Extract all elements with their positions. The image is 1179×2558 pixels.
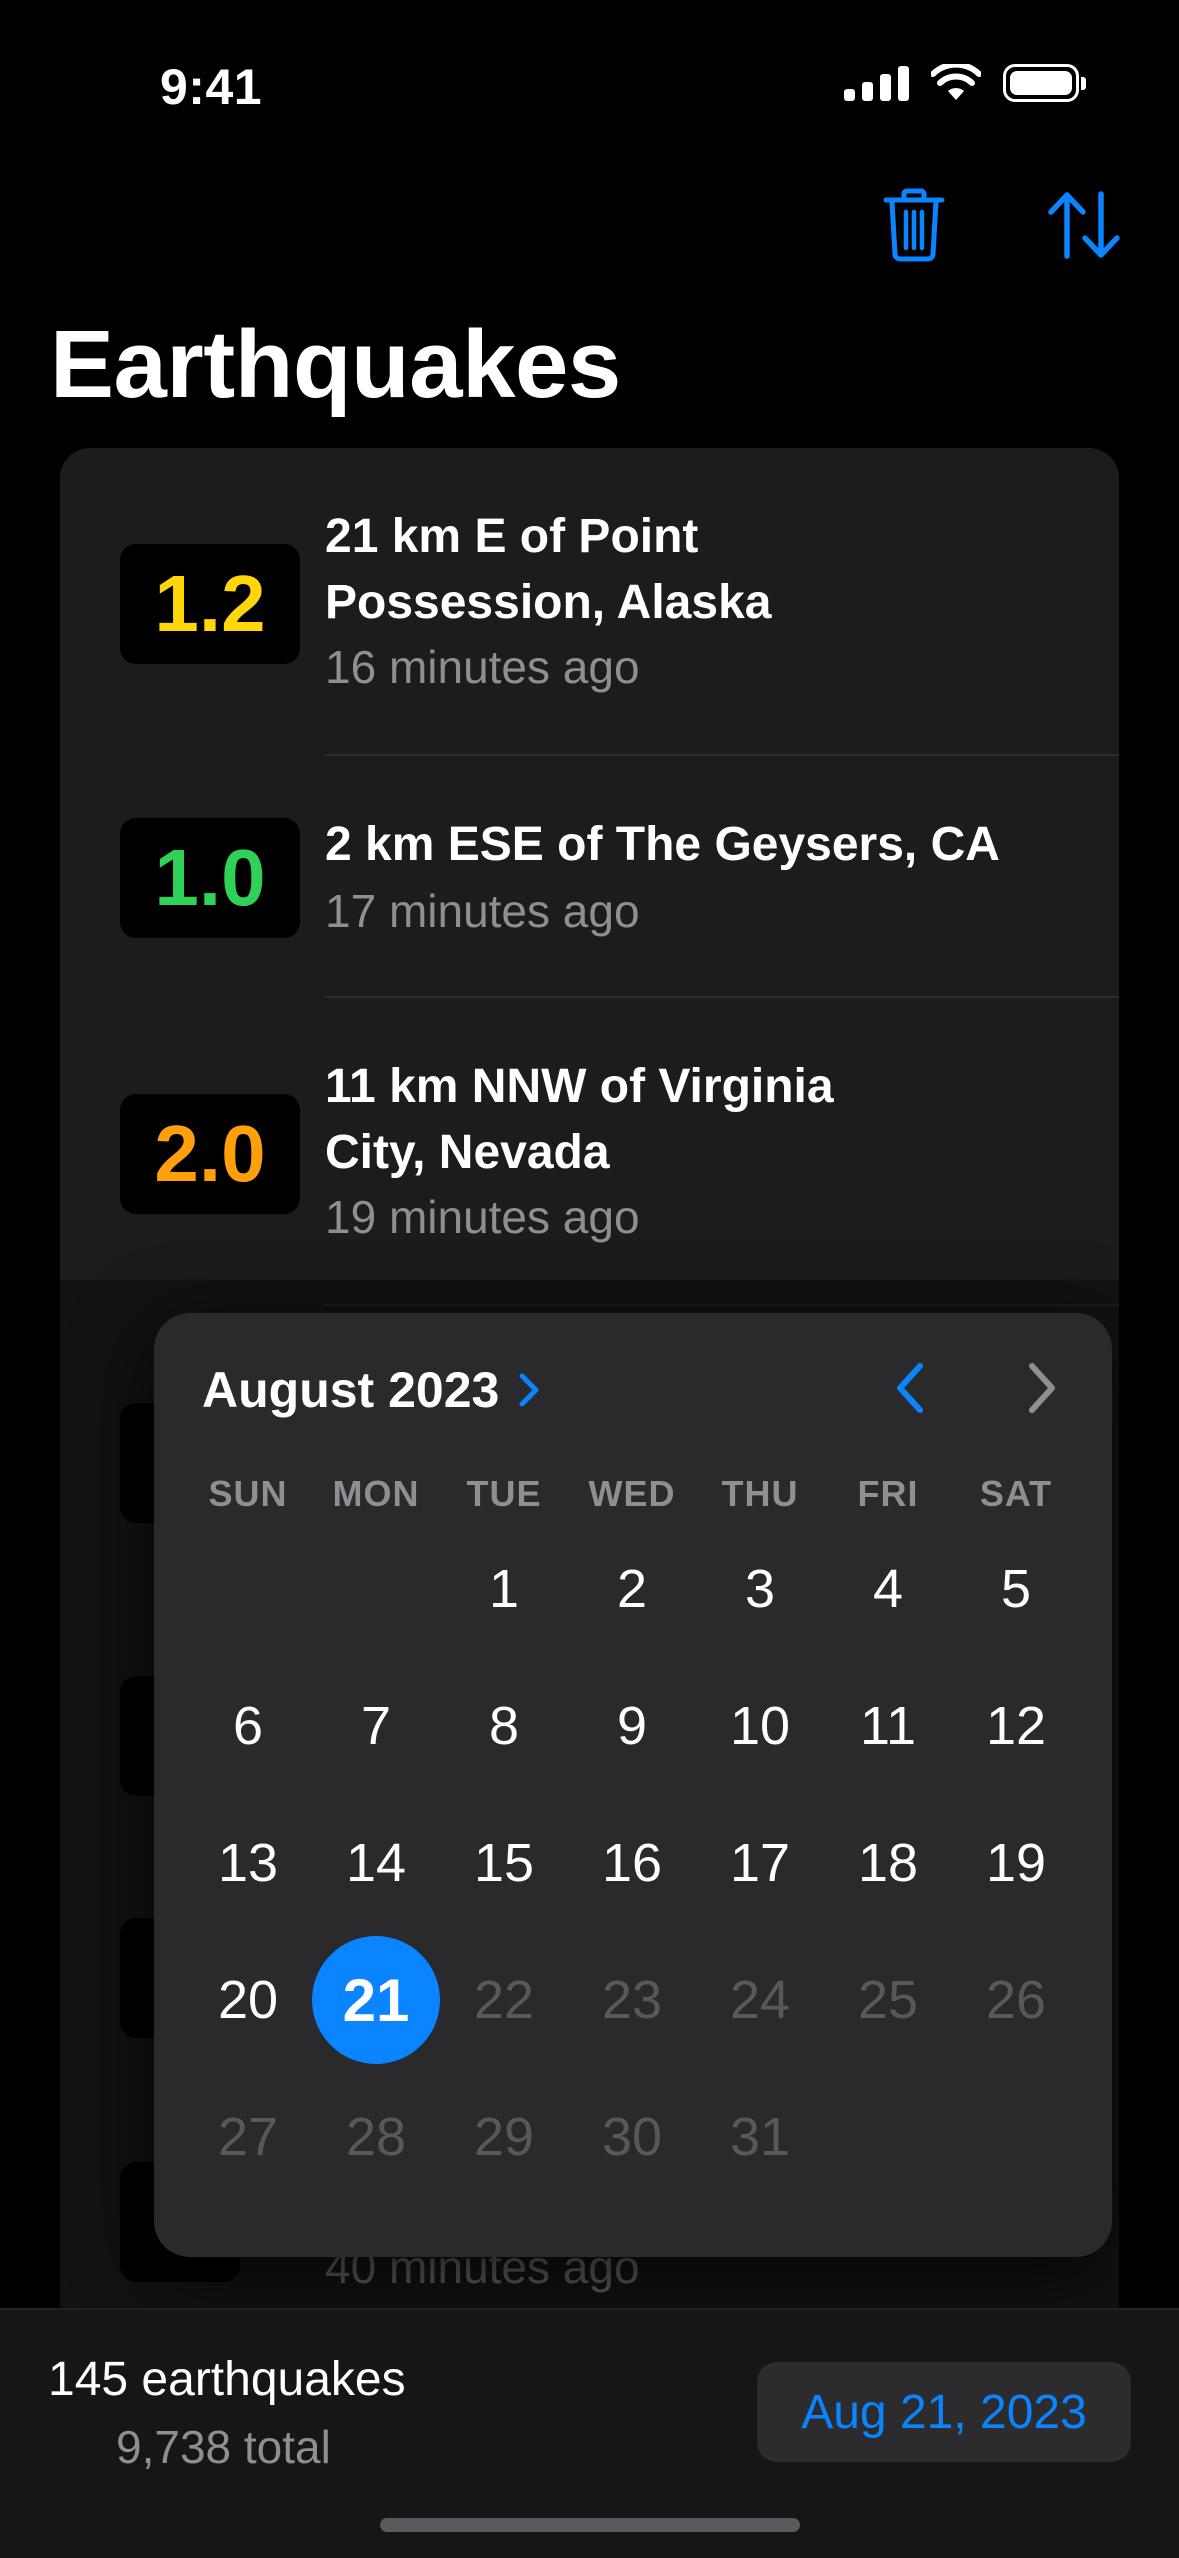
list-item[interactable]: 1.2 21 km E of Point Possession, Alaska …	[60, 448, 1119, 756]
calendar-day[interactable]: 19	[952, 1799, 1080, 1927]
calendar-day-selected[interactable]: 21	[312, 1936, 440, 2064]
calendar-day[interactable]: 10	[696, 1662, 824, 1790]
calendar-day[interactable]: 18	[824, 1799, 952, 1927]
page-title: Earthquakes	[50, 311, 621, 418]
calendar-day[interactable]: 12	[952, 1662, 1080, 1790]
calendar-day-disabled: 24	[729, 1970, 791, 2030]
calendar-day[interactable]: 20	[184, 1936, 312, 2064]
sort-arrows-icon	[1048, 191, 1120, 259]
calendar-day-disabled: 22	[473, 1970, 535, 2030]
selected-day-label: 21	[342, 1966, 410, 2034]
calendar-day-disabled: 25	[857, 1970, 919, 2030]
weekday-label: FRI	[857, 1473, 919, 1514]
magnitude-badge: 2.0	[120, 1094, 300, 1214]
weekday-label: SUN	[208, 1473, 288, 1514]
list-item[interactable]: 1.0 2 km ESE of The Geysers, CA 17 minut…	[60, 756, 1119, 998]
place-line: Possession, Alaska	[325, 576, 772, 629]
cellular-signal-icon	[844, 65, 909, 101]
delete-button[interactable]	[874, 185, 954, 265]
list-item[interactable]: 2.0 11 km NNW of Virginia City, Nevada 1…	[60, 998, 1119, 1306]
place-line: 21 km E of Point	[325, 510, 699, 563]
date-picker-button[interactable]: Aug 21, 2023	[757, 2362, 1131, 2462]
home-indicator[interactable]	[380, 2518, 800, 2532]
calendar-day-disabled: 27	[217, 2107, 279, 2167]
calendar-day[interactable]: 17	[696, 1799, 824, 1927]
wifi-icon	[931, 64, 981, 100]
next-month-button[interactable]	[1008, 1353, 1078, 1423]
calendar-day-disabled: 31	[729, 2107, 791, 2167]
calendar-day[interactable]: 9	[568, 1662, 696, 1790]
weekday-label: MON	[332, 1473, 420, 1514]
earthquake-count: 145 earthquakes	[48, 2353, 406, 2406]
total-count: 9,738 total	[116, 2421, 331, 2473]
calendar-day[interactable]: 15	[440, 1799, 568, 1927]
list-item-time: 19 minutes ago	[325, 1191, 640, 1243]
calendar-day[interactable]: 8	[440, 1662, 568, 1790]
calendar-day-disabled: 30	[601, 2107, 663, 2167]
weekday-label: THU	[721, 1473, 799, 1514]
month-label: August 2023	[202, 1362, 500, 1418]
calendar-day-disabled: 29	[473, 2107, 535, 2167]
calendar-day[interactable]: 16	[568, 1799, 696, 1927]
list-item-title: 2 km ESE of The Geysers, CA	[325, 818, 1000, 871]
month-year-button[interactable]: August 2023	[202, 1361, 541, 1419]
calendar-day-disabled: 23	[601, 1970, 663, 2030]
status-time: 9:41	[160, 59, 263, 115]
calendar-day[interactable]: 6	[184, 1662, 312, 1790]
calendar-day[interactable]: 1	[440, 1525, 568, 1653]
calendar-day[interactable]: 3	[696, 1525, 824, 1653]
sort-button[interactable]	[1044, 185, 1124, 265]
previous-month-button[interactable]	[874, 1353, 944, 1423]
weekday-label: WED	[588, 1473, 676, 1514]
calendar-day[interactable]: 14	[312, 1799, 440, 1927]
place-line: City, Nevada	[325, 1126, 610, 1179]
calendar-day[interactable]: 7	[312, 1662, 440, 1790]
calendar-day[interactable]: 2	[568, 1525, 696, 1653]
calendar-day[interactable]: 4	[824, 1525, 952, 1653]
calendar-day-disabled: 26	[985, 1970, 1047, 2030]
chevron-right-icon	[519, 1373, 539, 1407]
place-line: 11 km NNW of Virginia	[325, 1060, 834, 1113]
status-icons	[844, 64, 1086, 102]
chevron-left-icon	[897, 1363, 923, 1413]
list-item-time: 17 minutes ago	[325, 885, 640, 937]
magnitude-badge: 1.0	[120, 818, 300, 938]
calendar-day-disabled: 28	[345, 2107, 407, 2167]
list-item-title: 11 km NNW of Virginia City, Nevada	[325, 1054, 1045, 1186]
list-item-time: 16 minutes ago	[325, 641, 640, 693]
magnitude-badge: 1.2	[120, 544, 300, 664]
calendar-day[interactable]: 11	[824, 1662, 952, 1790]
list-item-title: 21 km E of Point Possession, Alaska	[325, 504, 1045, 636]
chevron-right-icon	[1029, 1363, 1055, 1413]
weekday-label: TUE	[466, 1473, 542, 1514]
calendar-day[interactable]: 5	[952, 1525, 1080, 1653]
trash-icon	[883, 188, 945, 262]
battery-icon	[1003, 64, 1086, 102]
calendar-day[interactable]: 13	[184, 1799, 312, 1927]
weekday-label: SAT	[979, 1473, 1053, 1514]
date-picker-popup: August 2023 SUN MON TUE WED THU FRI SAT …	[154, 1313, 1112, 2257]
